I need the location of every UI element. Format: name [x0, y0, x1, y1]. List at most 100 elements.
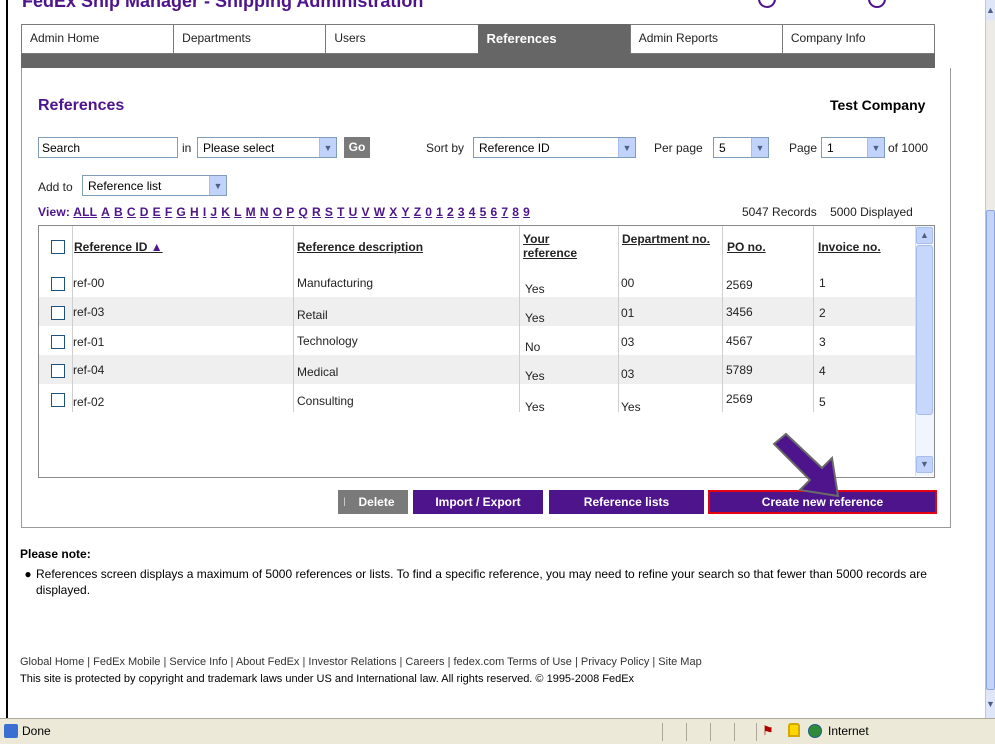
sort-label: Sort by	[426, 141, 465, 155]
alpha-filter-i[interactable]: I	[203, 205, 207, 219]
alpha-filter-z[interactable]: Z	[414, 205, 422, 219]
col-reference-id-label: Reference ID	[74, 240, 148, 254]
col-department-no[interactable]: Department no.	[622, 232, 712, 246]
table-row[interactable]: ref-00 Manufacturing Yes 00 2569 1	[39, 268, 915, 297]
alpha-filter-7[interactable]: 7	[501, 205, 508, 219]
cell-invoice-no: 2	[819, 306, 826, 320]
alpha-filter-c[interactable]: C	[127, 205, 136, 219]
scroll-down-icon[interactable]: ▼	[916, 456, 933, 473]
search-field-value: Please select	[203, 140, 275, 155]
alpha-filter-o[interactable]: O	[273, 205, 283, 219]
col-your-reference[interactable]: Your reference	[523, 232, 593, 260]
cell-po-no: 3456	[726, 305, 753, 319]
per-page-select[interactable]: 5 ▼	[713, 137, 769, 158]
table-row[interactable]: ref-01 Technology No 03 4567 3	[39, 326, 915, 355]
alpha-filter-v[interactable]: V	[362, 205, 370, 219]
alpha-filter-5[interactable]: 5	[480, 205, 487, 219]
internet-globe-icon	[808, 724, 822, 738]
alpha-filter-h[interactable]: H	[190, 205, 199, 219]
record-count: 5047 Records	[742, 205, 817, 219]
alpha-filter-2[interactable]: 2	[447, 205, 454, 219]
alpha-filter-all[interactable]: ALL	[73, 205, 97, 219]
alpha-filter-m[interactable]: M	[246, 205, 256, 219]
cell-reference-id: ref-03	[73, 305, 105, 319]
alpha-filter-y[interactable]: Y	[402, 205, 410, 219]
col-reference-id[interactable]: Reference ID ▲	[74, 240, 163, 254]
cell-invoice-no: 1	[819, 276, 826, 290]
alpha-filter-n[interactable]: N	[260, 205, 269, 219]
alpha-filter-4[interactable]: 4	[469, 205, 476, 219]
select-all-checkbox[interactable]	[51, 240, 65, 254]
alpha-filter-d[interactable]: D	[140, 205, 149, 219]
import-export-button[interactable]: Import / Export	[413, 490, 543, 514]
alpha-filter-k[interactable]: K	[221, 205, 230, 219]
alpha-filter-1[interactable]: 1	[436, 205, 443, 219]
scroll-down-icon[interactable]: ▼	[986, 690, 995, 718]
delete-button[interactable]: Delete	[345, 490, 408, 514]
alpha-filter-f[interactable]: F	[165, 205, 173, 219]
frame-border	[6, 0, 8, 718]
footer-links[interactable]: Global Home | FedEx Mobile | Service Inf…	[20, 656, 702, 668]
alpha-filter-0[interactable]: 0	[425, 205, 432, 219]
alpha-filter-8[interactable]: 8	[512, 205, 519, 219]
reference-lists-button[interactable]: Reference lists	[549, 490, 704, 514]
go-button[interactable]: Go	[344, 137, 370, 158]
alpha-filter-w[interactable]: W	[374, 205, 386, 219]
alpha-filter-s[interactable]: S	[325, 205, 333, 219]
alpha-filter-6[interactable]: 6	[491, 205, 498, 219]
page-select[interactable]: 1 ▼	[821, 137, 885, 158]
row-checkbox[interactable]	[51, 335, 65, 349]
alpha-filter-r[interactable]: R	[312, 205, 321, 219]
alpha-filter-q[interactable]: Q	[299, 205, 309, 219]
help-icon[interactable]	[758, 0, 776, 8]
tab-users[interactable]: Users	[325, 24, 478, 54]
cell-department-no: 00	[621, 276, 635, 290]
table-row[interactable]: ref-04 Medical Yes 03 5789 4	[39, 355, 915, 384]
tab-references[interactable]: References	[477, 24, 630, 54]
row-checkbox[interactable]	[51, 393, 65, 407]
row-checkbox[interactable]	[51, 306, 65, 320]
col-invoice-no[interactable]: Invoice no.	[818, 240, 881, 254]
cell-reference-description: Manufacturing	[297, 276, 374, 290]
privacy-icon[interactable]: ⚑	[762, 723, 774, 739]
cell-reference-description: Medical	[297, 365, 339, 379]
cell-po-no: 2569	[726, 278, 753, 292]
search-field-select[interactable]: Please select ▼	[197, 137, 337, 158]
window-scrollbar-thumb[interactable]	[986, 210, 995, 690]
user-icon[interactable]	[868, 0, 886, 8]
alpha-filter-l[interactable]: L	[234, 205, 242, 219]
cell-po-no: 5789	[726, 363, 753, 377]
tab-departments[interactable]: Departments	[173, 24, 326, 54]
alpha-filter-9[interactable]: 9	[523, 205, 530, 219]
alpha-filter-e[interactable]: E	[153, 205, 161, 219]
page-count: of 1000	[888, 141, 929, 155]
tab-admin-reports[interactable]: Admin Reports	[629, 24, 782, 54]
table-row[interactable]: ref-02 Consulting Yes Yes 2569 5	[39, 384, 915, 414]
tab-company-info[interactable]: Company Info	[781, 24, 936, 54]
col-po-no[interactable]: PO no.	[727, 240, 766, 254]
col-reference-description[interactable]: Reference description	[297, 240, 423, 254]
sort-select[interactable]: Reference ID ▼	[473, 137, 636, 158]
table-row[interactable]: ref-03 Retail Yes 01 3456 2	[39, 297, 915, 326]
arrow-pointer-icon	[772, 432, 840, 498]
alpha-filter-label: View:	[38, 205, 71, 219]
search-input[interactable]: Search	[38, 137, 178, 158]
tab-admin-home[interactable]: Admin Home	[21, 24, 174, 54]
alpha-filter-x[interactable]: X	[389, 205, 397, 219]
chevron-down-icon: ▼	[751, 138, 768, 157]
alpha-filter-u[interactable]: U	[349, 205, 358, 219]
alpha-filter-t[interactable]: T	[337, 205, 345, 219]
scroll-up-icon[interactable]: ▲	[916, 227, 933, 244]
per-page-value: 5	[719, 140, 726, 155]
table-scrollbar-thumb[interactable]	[916, 245, 933, 415]
add-to-select[interactable]: Reference list ▼	[82, 175, 227, 196]
alpha-filter-j[interactable]: J	[210, 205, 217, 219]
row-checkbox[interactable]	[51, 277, 65, 291]
alpha-filter-3[interactable]: 3	[458, 205, 465, 219]
row-checkbox[interactable]	[51, 364, 65, 378]
alpha-filter-p[interactable]: P	[286, 205, 294, 219]
alpha-filter-a[interactable]: A	[101, 205, 110, 219]
alpha-filter-b[interactable]: B	[114, 205, 123, 219]
scroll-up-icon[interactable]: ▲	[986, 0, 995, 20]
alpha-filter-g[interactable]: G	[176, 205, 186, 219]
